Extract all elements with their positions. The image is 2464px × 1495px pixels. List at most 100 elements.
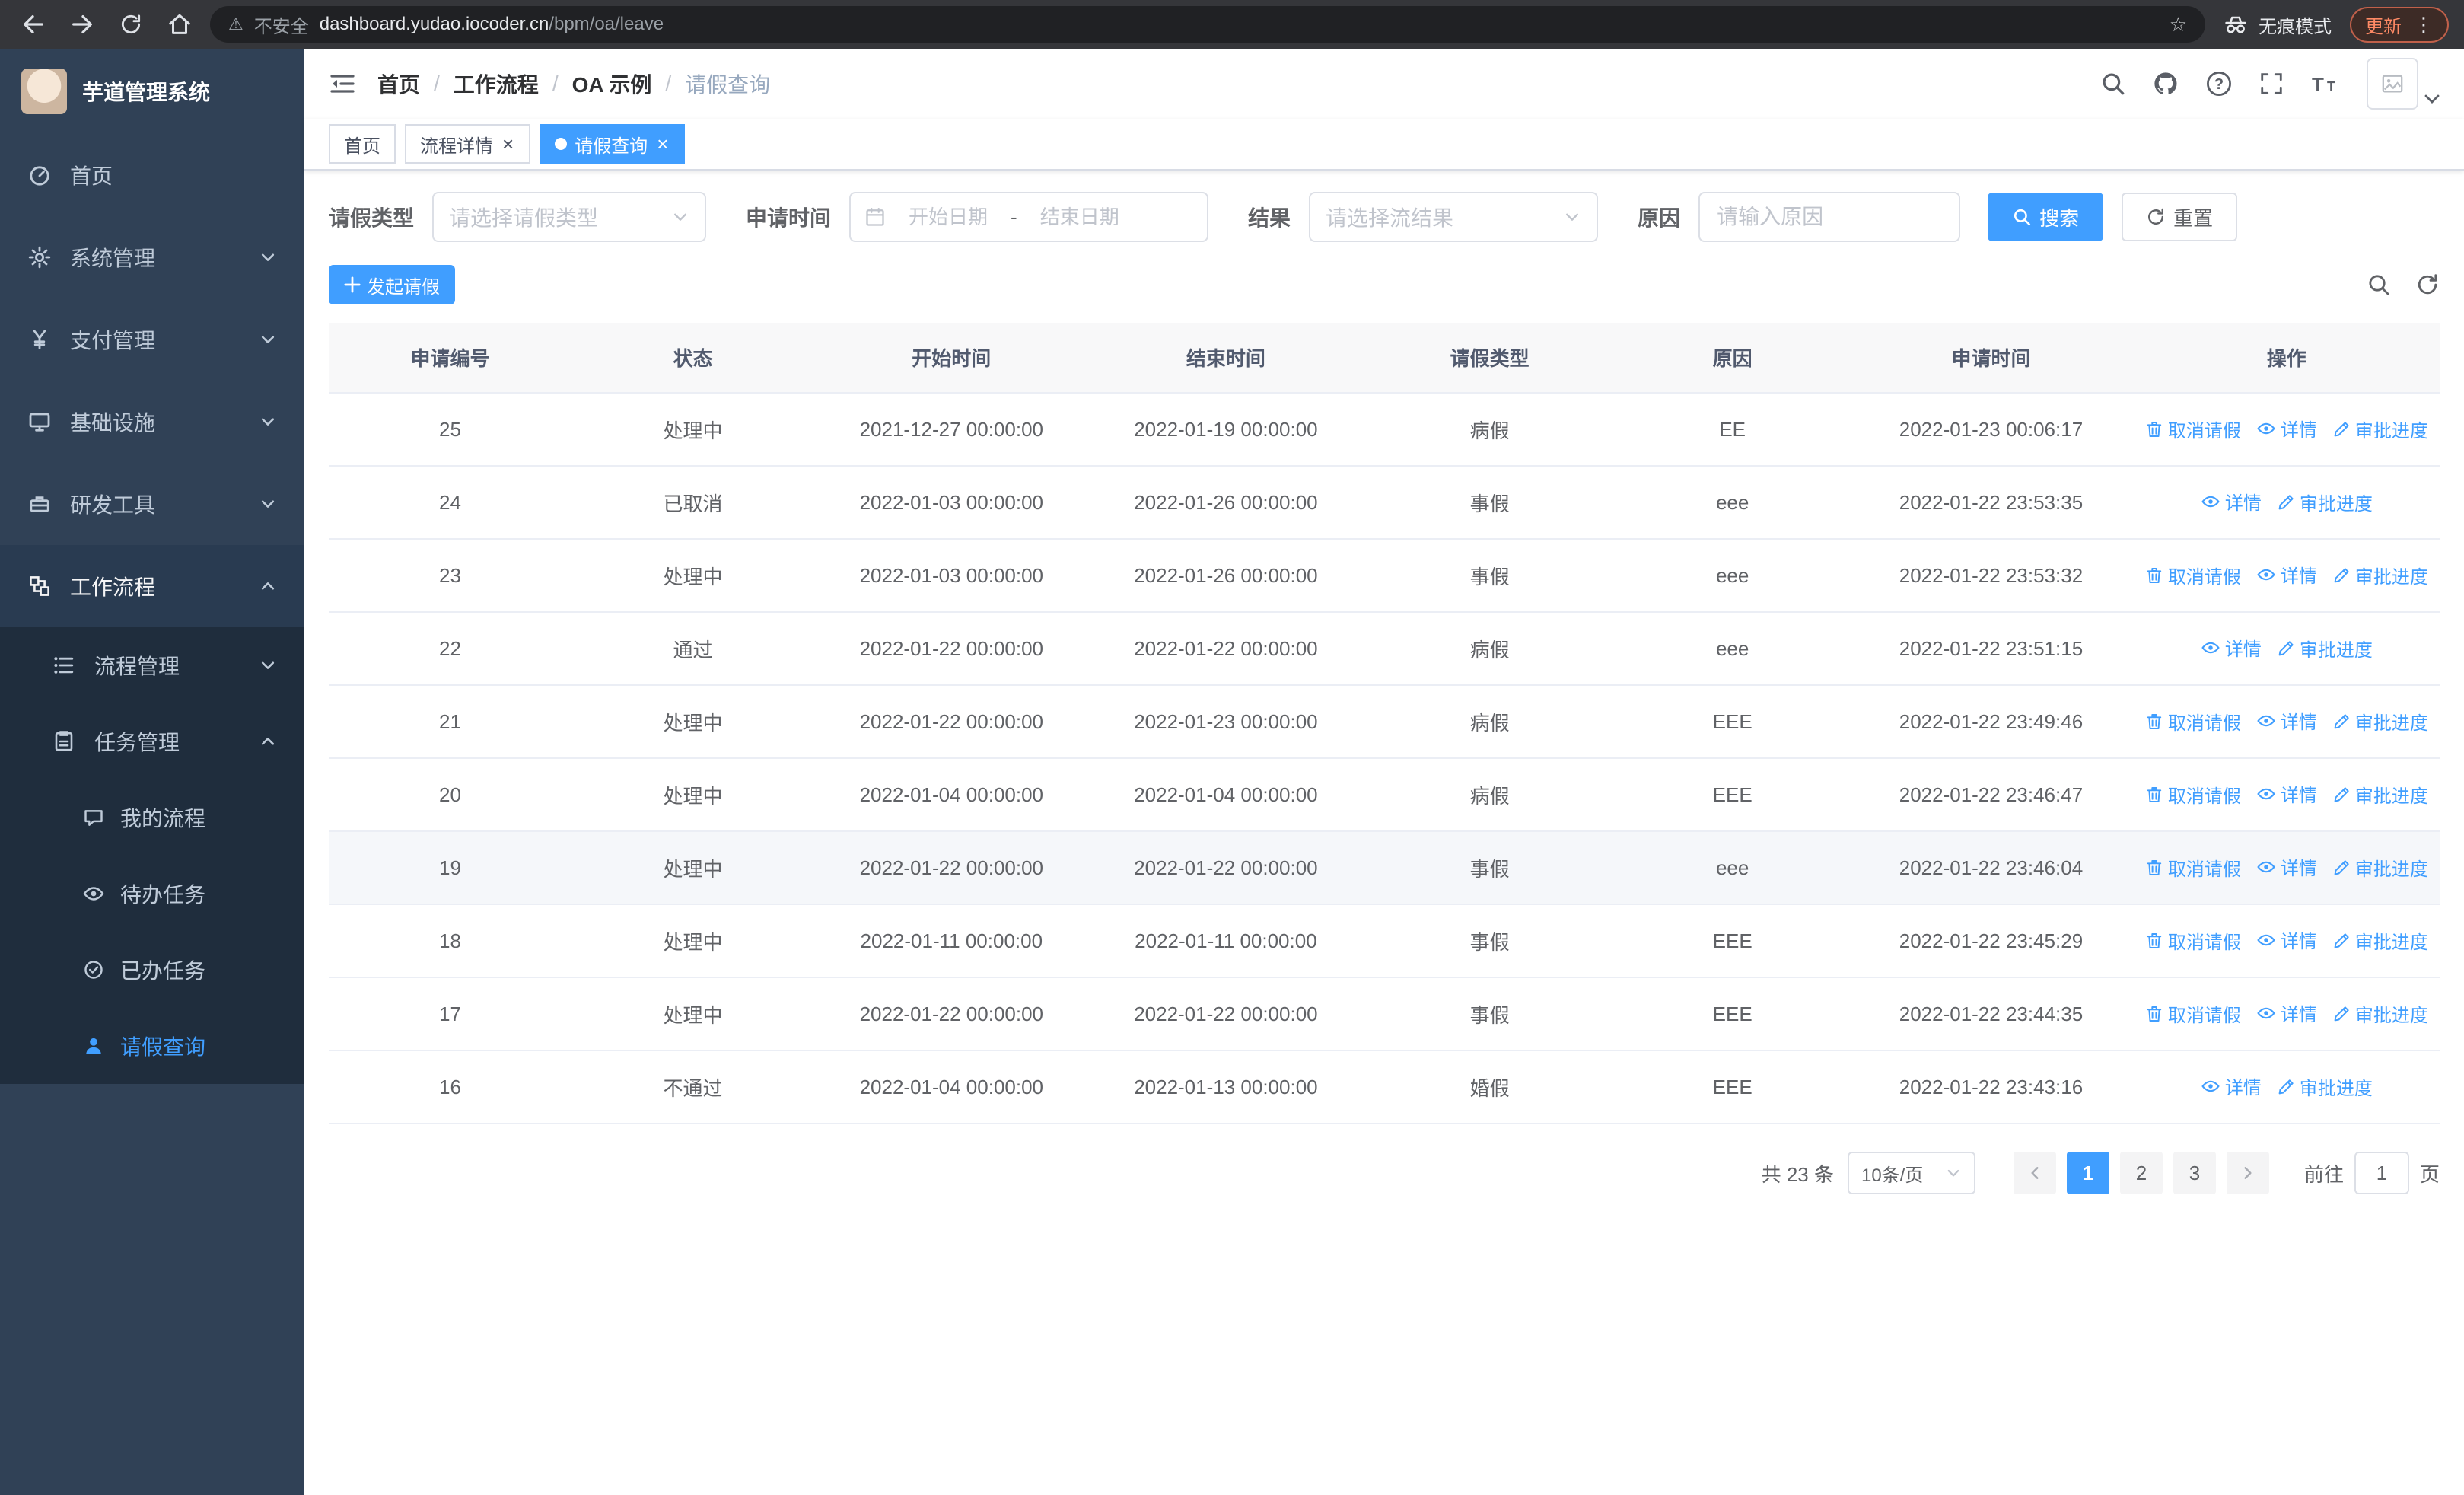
- detail-link[interactable]: 详情: [2256, 780, 2317, 807]
- page-url[interactable]: dashboard.yudao.iocoder.cn/bpm/oa/leave: [320, 14, 664, 35]
- cell-apply-id: 20: [329, 758, 571, 832]
- cell-status: 处理中: [571, 977, 814, 1051]
- page-button-2[interactable]: 2: [2119, 1152, 2163, 1194]
- reason-input[interactable]: [1698, 192, 1961, 242]
- result-select[interactable]: 请选择流结果: [1309, 192, 1599, 242]
- browser-right-cluster: 无痕模式 更新 ⋮: [2217, 6, 2449, 43]
- page-button-1[interactable]: 1: [2066, 1152, 2109, 1194]
- security-label[interactable]: 不安全: [254, 11, 309, 38]
- sidebar-item-home[interactable]: 首页: [0, 134, 304, 216]
- detail-link[interactable]: 详情: [2256, 561, 2317, 588]
- eye-icon: [2201, 642, 2220, 653]
- close-icon[interactable]: ×: [655, 134, 670, 154]
- browser-update-button[interactable]: 更新 ⋮: [2350, 6, 2449, 43]
- approval-progress-link[interactable]: 审批进度: [2332, 1000, 2428, 1027]
- table-body: 25 处理中 2021-12-27 00:00:00 2022-01-19 00:00…: [329, 393, 2440, 1124]
- approval-progress-link[interactable]: 审批进度: [2332, 562, 2428, 588]
- sidebar-item-process-management[interactable]: 流程管理: [0, 627, 304, 703]
- tab-process-detail[interactable]: 流程详情 ×: [405, 124, 531, 164]
- approval-progress-link[interactable]: 审批进度: [2332, 708, 2428, 735]
- browser-menu-icon[interactable]: ⋮: [2414, 13, 2434, 37]
- edit-icon: [2334, 568, 2349, 583]
- approval-progress-link[interactable]: 审批进度: [2277, 1073, 2373, 1100]
- approval-progress-link[interactable]: 审批进度: [2332, 854, 2428, 881]
- cell-leave-type: 事假: [1363, 539, 1617, 613]
- sidebar-item-done-tasks[interactable]: 已办任务: [0, 932, 304, 1008]
- detail-link[interactable]: 详情: [2201, 634, 2262, 661]
- browser-reload-button[interactable]: [113, 6, 149, 43]
- next-page-button[interactable]: [2226, 1152, 2269, 1194]
- create-leave-button[interactable]: 发起请假: [329, 265, 455, 304]
- avatar[interactable]: [2367, 58, 2418, 110]
- browser-back-button[interactable]: [15, 6, 52, 43]
- breadcrumb-oa-example[interactable]: OA 示例: [572, 69, 652, 99]
- approval-progress-link[interactable]: 审批进度: [2277, 635, 2373, 661]
- reason-label: 原因: [1638, 206, 1681, 230]
- cell-actions: 取消请假 详情 审批进度: [2133, 904, 2440, 978]
- start-date-input[interactable]: [893, 205, 1004, 229]
- detail-link[interactable]: 详情: [2256, 853, 2317, 880]
- cell-apply-time: 2022-01-22 23:53:35: [1848, 466, 2134, 540]
- page-button-3[interactable]: 3: [2173, 1152, 2216, 1194]
- table-toolbar: 发起请假: [329, 265, 2440, 304]
- approval-progress-link[interactable]: 审批进度: [2332, 927, 2428, 954]
- cancel-leave-link[interactable]: 取消请假: [2145, 781, 2241, 808]
- breadcrumb-workflow[interactable]: 工作流程: [454, 69, 539, 99]
- prev-page-button[interactable]: [2013, 1152, 2056, 1194]
- header-search-button[interactable]: [2100, 71, 2126, 97]
- chevron-down-icon: [261, 661, 275, 669]
- detail-link[interactable]: 详情: [2201, 1073, 2262, 1099]
- page-buttons: 123: [2066, 1152, 2216, 1194]
- cell-apply-id: 18: [329, 904, 571, 978]
- approval-progress-link[interactable]: 审批进度: [2332, 781, 2428, 808]
- cancel-leave-link[interactable]: 取消请假: [2145, 416, 2241, 442]
- search-button[interactable]: 搜索: [1988, 193, 2104, 241]
- apply-time-range-picker[interactable]: -: [849, 192, 1209, 242]
- github-link[interactable]: [2152, 70, 2179, 97]
- toggle-search-button[interactable]: [2367, 273, 2391, 297]
- cancel-leave-link[interactable]: 取消请假: [2145, 854, 2241, 881]
- detail-link[interactable]: 详情: [2201, 488, 2262, 515]
- tab-leave-query[interactable]: 请假查询 ×: [540, 124, 686, 164]
- help-button[interactable]: ?: [2205, 70, 2233, 97]
- refresh-table-button[interactable]: [2415, 273, 2440, 297]
- sidebar-item-task-management[interactable]: 任务管理: [0, 703, 304, 779]
- sidebar-item-workflow[interactable]: 工作流程: [0, 545, 304, 627]
- detail-link[interactable]: 详情: [2256, 999, 2317, 1026]
- reset-button[interactable]: 重置: [2122, 193, 2238, 241]
- detail-link[interactable]: 详情: [2256, 707, 2317, 734]
- sidebar-item-devtools[interactable]: 研发工具: [0, 463, 304, 545]
- close-icon[interactable]: ×: [501, 134, 515, 154]
- cancel-leave-link[interactable]: 取消请假: [2145, 562, 2241, 588]
- page-size-select[interactable]: 10条/页: [1847, 1152, 1975, 1194]
- font-size-button[interactable]: TT: [2310, 71, 2341, 97]
- sidebar-toggle-button[interactable]: [329, 70, 356, 97]
- sidebar-item-leave-query[interactable]: 请假查询: [0, 1008, 304, 1084]
- detail-link[interactable]: 详情: [2256, 926, 2317, 953]
- leave-type-select[interactable]: 请选择请假类型: [432, 192, 707, 242]
- chevron-down-icon: [261, 418, 275, 426]
- browser-forward-button[interactable]: [64, 6, 100, 43]
- browser-home-button[interactable]: [161, 6, 198, 43]
- detail-link[interactable]: 详情: [2256, 415, 2317, 441]
- breadcrumb-home[interactable]: 首页: [377, 69, 420, 99]
- goto-page-input[interactable]: [2354, 1152, 2409, 1194]
- cancel-leave-link[interactable]: 取消请假: [2145, 1000, 2241, 1027]
- tab-home[interactable]: 首页: [329, 124, 396, 164]
- bookmark-star-icon[interactable]: ☆: [2170, 13, 2187, 37]
- address-bar[interactable]: ⚠ 不安全 dashboard.yudao.iocoder.cn/bpm/oa/…: [210, 6, 2205, 43]
- sidebar-item-pending-tasks[interactable]: 待办任务: [0, 856, 304, 932]
- toolbox-icon: [30, 496, 49, 512]
- sidebar-item-my-processes[interactable]: 我的流程: [0, 779, 304, 856]
- end-date-input[interactable]: [1024, 205, 1135, 229]
- fullscreen-button[interactable]: [2259, 71, 2284, 97]
- user-menu[interactable]: [2367, 58, 2440, 110]
- sidebar-item-payment[interactable]: 支付管理: [0, 298, 304, 381]
- cancel-leave-link[interactable]: 取消请假: [2145, 708, 2241, 735]
- app-logo[interactable]: 芋道管理系统: [0, 49, 304, 134]
- sidebar-item-system[interactable]: 系统管理: [0, 216, 304, 298]
- approval-progress-link[interactable]: 审批进度: [2332, 416, 2428, 442]
- approval-progress-link[interactable]: 审批进度: [2277, 489, 2373, 515]
- cancel-leave-link[interactable]: 取消请假: [2145, 927, 2241, 954]
- sidebar-item-infrastructure[interactable]: 基础设施: [0, 381, 304, 463]
